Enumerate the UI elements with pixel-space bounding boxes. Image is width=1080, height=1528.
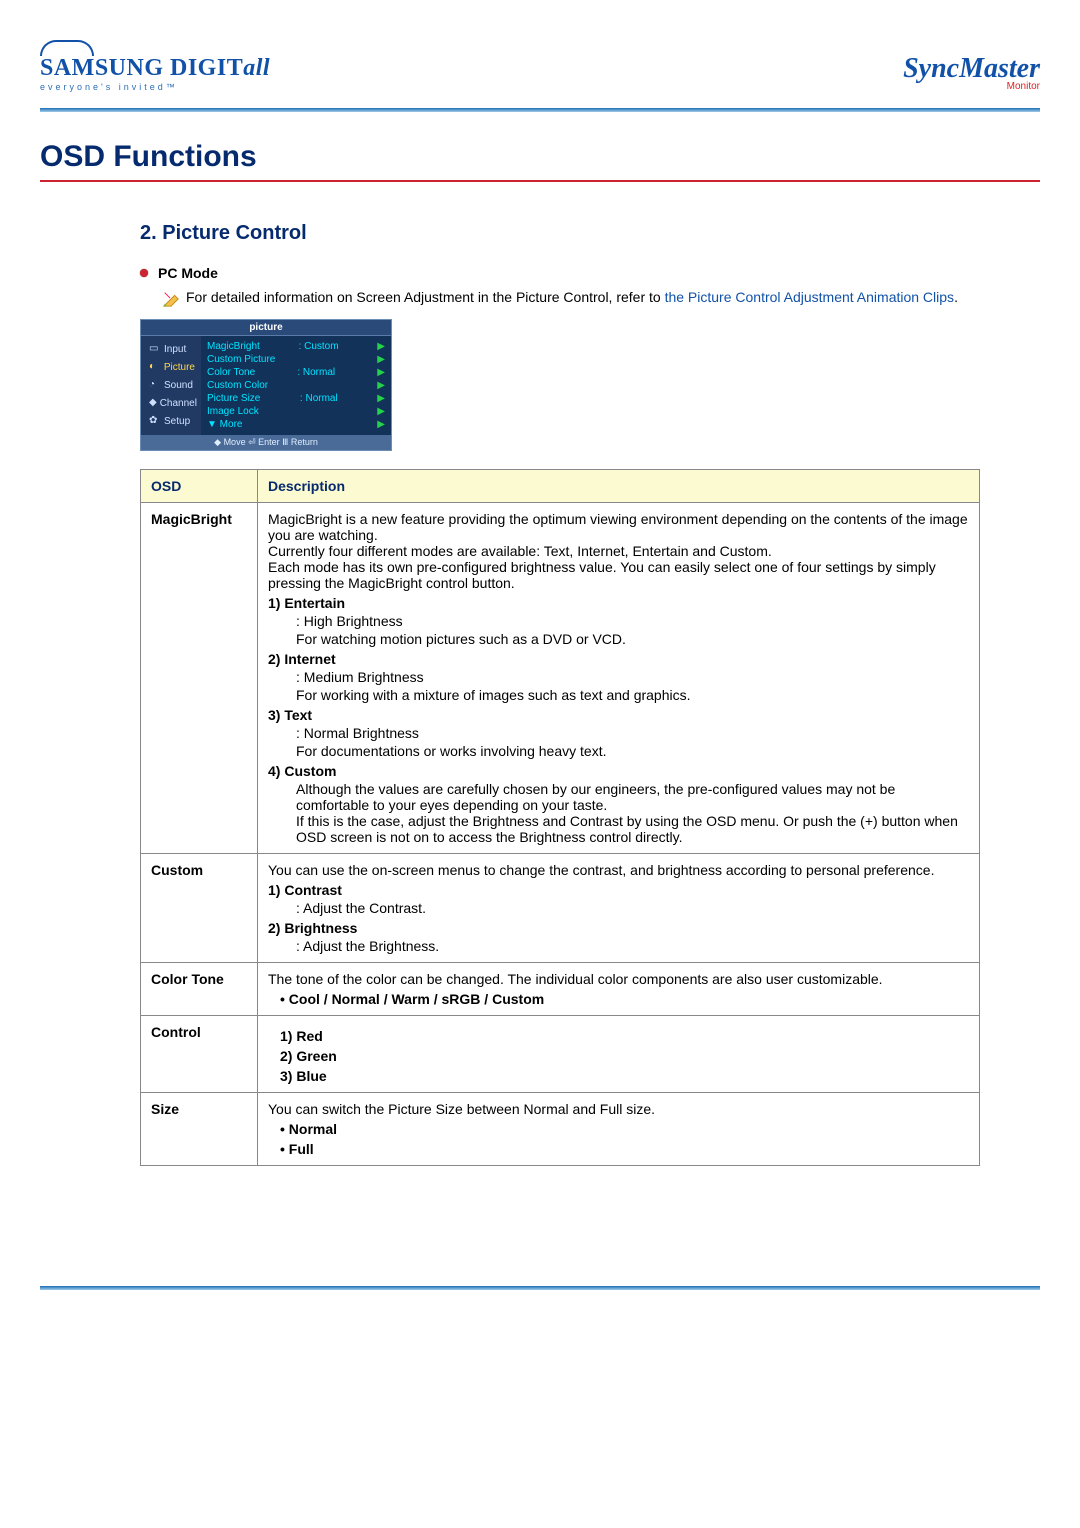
- pc-mode-heading: PC Mode: [140, 265, 980, 281]
- osd-desc: The tone of the color can be changed. Th…: [258, 963, 980, 1016]
- intro-period: .: [954, 289, 958, 305]
- top-divider: [40, 108, 1040, 112]
- pen-icon: [162, 290, 180, 313]
- table-row: Custom You can use the on-screen menus t…: [141, 854, 980, 963]
- col-osd: OSD: [141, 470, 258, 503]
- section-title: 2. Picture Control: [140, 222, 980, 245]
- table-row: Control 1) Red 2) Green 3) Blue: [141, 1016, 980, 1093]
- title-bar: OSD Functions: [40, 140, 1040, 182]
- osd-name: MagicBright: [141, 503, 258, 854]
- brand-right-main: SyncMaster: [903, 53, 1040, 84]
- page-title: OSD Functions: [40, 140, 1040, 174]
- col-desc: Description: [258, 470, 980, 503]
- osd-desc: MagicBright is a new feature providing t…: [258, 503, 980, 854]
- osd-side-channel: ◆Channel: [141, 394, 201, 412]
- osd-side-picture: ◐Picture: [141, 358, 201, 376]
- osd-name: Size: [141, 1093, 258, 1166]
- brand-arc-icon: [40, 40, 94, 56]
- brand-left-a: SAMSUNG DIGIT: [40, 55, 243, 81]
- brand-samsung: SAMSUNG DIGITall everyone's invited™: [40, 40, 270, 92]
- osd-menu-figure: picture ▭Input ◐Picture ◔Sound ◆Channel …: [140, 319, 392, 451]
- osd-side-setup: ✿Setup: [141, 412, 201, 430]
- osd-desc: You can use the on-screen menus to chang…: [258, 854, 980, 963]
- osd-menu-title: picture: [141, 320, 391, 336]
- bullet-icon: [140, 269, 148, 277]
- osd-name: Control: [141, 1016, 258, 1093]
- osd-desc: You can switch the Picture Size between …: [258, 1093, 980, 1166]
- intro-plain: For detailed information on Screen Adjus…: [186, 289, 665, 305]
- bottom-divider: [40, 1286, 1040, 1290]
- brand-syncmaster: SyncMaster Monitor: [903, 53, 1040, 92]
- osd-side-sound: ◔Sound: [141, 376, 201, 394]
- table-row: Color Tone The tone of the color can be …: [141, 963, 980, 1016]
- brand-left-b: all: [243, 55, 270, 81]
- osd-name: Custom: [141, 854, 258, 963]
- osd-menu-footer: ◆ Move ⏎ Enter Ⅲ Return: [141, 435, 391, 450]
- osd-side-nav: ▭Input ◐Picture ◔Sound ◆Channel ✿Setup: [141, 336, 201, 435]
- table-row: MagicBright MagicBright is a new feature…: [141, 503, 980, 854]
- osd-description-table: OSD Description MagicBright MagicBright …: [140, 469, 980, 1166]
- osd-side-input: ▭Input: [141, 340, 201, 358]
- osd-name: Color Tone: [141, 963, 258, 1016]
- brand-left-tagline: everyone's invited™: [40, 82, 270, 92]
- page-header: SAMSUNG DIGITall everyone's invited™ Syn…: [40, 40, 1040, 92]
- osd-desc: 1) Red 2) Green 3) Blue: [258, 1016, 980, 1093]
- osd-main-list: MagicBright: Custom▶ Custom Picture▶ Col…: [201, 336, 391, 435]
- table-row: Size You can switch the Picture Size bet…: [141, 1093, 980, 1166]
- intro-link[interactable]: the Picture Control Adjustment Animation…: [665, 289, 954, 305]
- intro-text: For detailed information on Screen Adjus…: [186, 289, 958, 305]
- intro-row: For detailed information on Screen Adjus…: [140, 289, 980, 313]
- pc-mode-label: PC Mode: [158, 265, 218, 281]
